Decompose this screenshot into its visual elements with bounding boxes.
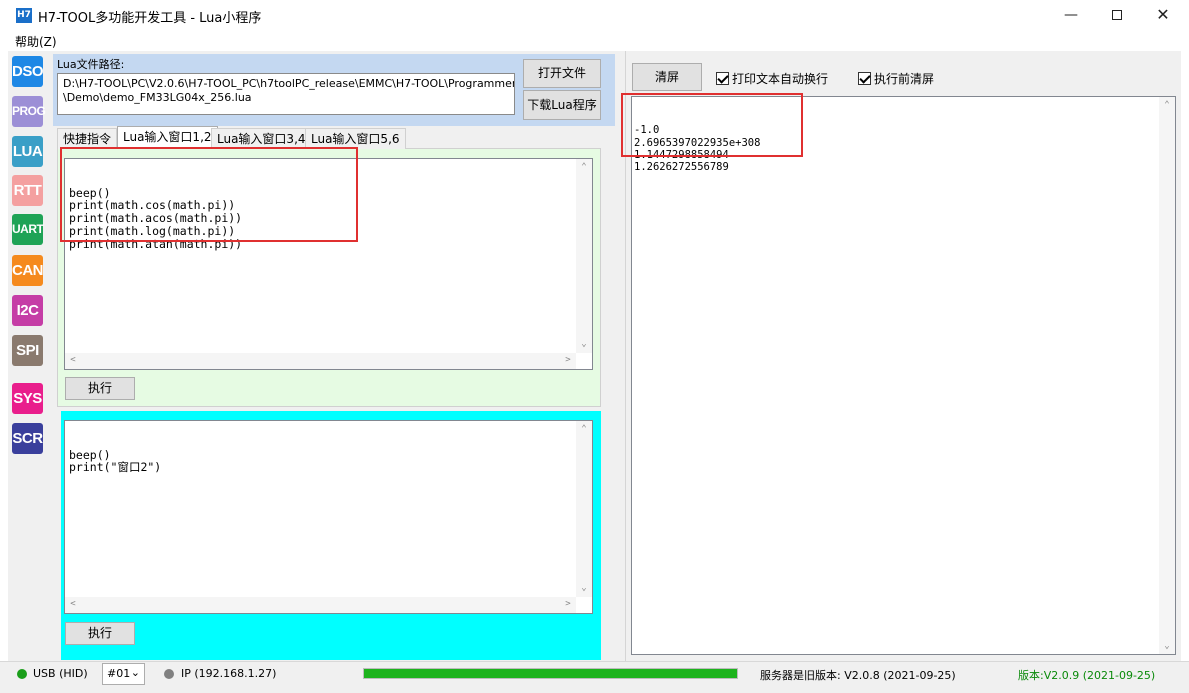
editor-2-horizontal-scrollbar[interactable]: < > bbox=[65, 597, 576, 613]
scroll-down-icon[interactable]: ⌄ bbox=[576, 582, 592, 595]
close-button[interactable]: ✕ bbox=[1140, 0, 1186, 31]
clear-before-run-label: 执行前清屏 bbox=[874, 72, 935, 86]
usb-status-label: USB (HID) bbox=[33, 667, 88, 680]
checkbox-checked-icon bbox=[858, 72, 871, 85]
sidebar-button-can[interactable]: CAN bbox=[12, 255, 44, 286]
sidebar-button-scr[interactable]: SCR bbox=[12, 423, 43, 454]
lua-editor-2[interactable]: beep() print("窗口2") ⌃ ⌄ < > bbox=[64, 420, 593, 614]
auto-wrap-checkbox[interactable]: 打印文本自动换行 bbox=[716, 70, 828, 87]
maximize-button[interactable] bbox=[1094, 0, 1140, 31]
maximize-icon bbox=[1112, 10, 1122, 20]
auto-wrap-label: 打印文本自动换行 bbox=[732, 72, 829, 86]
tab-lua-window-5-6[interactable]: Lua输入窗口5,6 bbox=[305, 128, 406, 149]
sidebar-button-uart[interactable]: UART bbox=[12, 214, 44, 245]
scroll-left-icon[interactable]: < bbox=[65, 354, 81, 367]
scroll-up-icon[interactable]: ⌃ bbox=[1159, 99, 1175, 111]
scroll-down-icon[interactable]: ⌄ bbox=[576, 338, 592, 351]
progress-fill bbox=[364, 669, 737, 678]
lua-editor-2-code: beep() print("窗口2") bbox=[69, 447, 162, 475]
checkbox-checked-icon bbox=[716, 72, 729, 85]
scroll-up-icon[interactable]: ⌃ bbox=[576, 423, 592, 436]
execute-button-1[interactable]: 执行 bbox=[65, 377, 135, 400]
scroll-right-icon[interactable]: > bbox=[560, 354, 576, 367]
sidebar-button-sys[interactable]: SYS bbox=[12, 383, 43, 414]
editor-1-vertical-scrollbar[interactable]: ⌃ ⌄ bbox=[576, 159, 592, 353]
version-label: 版本:V2.0.9 (2021-09-25) bbox=[1018, 669, 1156, 682]
sidebar-button-prog[interactable]: PROG bbox=[12, 96, 46, 127]
lua-path-label: Lua文件路径: bbox=[57, 58, 125, 71]
app-icon: H7 bbox=[16, 8, 32, 23]
output-vertical-scrollbar[interactable]: ⌃ ⌄ bbox=[1159, 97, 1175, 654]
clear-screen-button[interactable]: 清屏 bbox=[632, 63, 702, 91]
scroll-right-icon[interactable]: > bbox=[560, 598, 576, 611]
ip-status-label: IP (192.168.1.27) bbox=[181, 667, 277, 680]
chevron-down-icon: ⌄ bbox=[130, 666, 140, 679]
open-file-button[interactable]: 打开文件 bbox=[523, 59, 601, 88]
scroll-down-icon[interactable]: ⌄ bbox=[1159, 640, 1175, 652]
output-textbox[interactable]: -1.0 2.6965397022935e+308 1.144729885849… bbox=[631, 96, 1176, 655]
menu-help[interactable]: 帮助(Z) bbox=[15, 33, 57, 50]
editor-2-vertical-scrollbar[interactable]: ⌃ ⌄ bbox=[576, 421, 592, 597]
window-title: H7-TOOL多功能开发工具 - Lua小程序 bbox=[38, 11, 262, 26]
sidebar-button-spi[interactable]: SPI bbox=[12, 335, 43, 366]
lua-path-line2: \Demo\demo_FM33LG04x_256.lua bbox=[63, 91, 252, 104]
device-select[interactable]: #01 ⌄ bbox=[102, 663, 145, 685]
tab-quick-commands[interactable]: 快捷指令 bbox=[57, 128, 118, 149]
sidebar-button-dso[interactable]: DSO bbox=[12, 56, 44, 87]
execute-button-2[interactable]: 执行 bbox=[65, 622, 135, 645]
menu-bar bbox=[0, 31, 1189, 51]
sidebar-button-rtt[interactable]: RTT bbox=[12, 175, 43, 206]
minimize-button[interactable]: — bbox=[1048, 0, 1094, 31]
sidebar-button-i2c[interactable]: I2C bbox=[12, 295, 43, 326]
clear-before-run-checkbox[interactable]: 执行前清屏 bbox=[858, 70, 934, 87]
sidebar-button-lua[interactable]: LUA bbox=[12, 136, 43, 167]
progress-bar bbox=[363, 668, 738, 679]
tab-lua-window-3-4[interactable]: Lua输入窗口3,4 bbox=[211, 128, 312, 149]
highlight-box-output bbox=[621, 93, 803, 157]
server-version-label: 服务器是旧版本: V2.0.8 (2021-09-25) bbox=[760, 669, 956, 682]
close-icon: ✕ bbox=[1156, 5, 1170, 24]
lua-path-line1: D:\H7-TOOL\PC\V2.0.6\H7-TOOL_PC\h7toolPC… bbox=[63, 77, 515, 90]
scroll-left-icon[interactable]: < bbox=[65, 598, 81, 611]
usb-status-icon bbox=[17, 669, 27, 679]
tab-lua-window-1-2[interactable]: Lua输入窗口1,2 bbox=[117, 126, 218, 149]
editor-1-horizontal-scrollbar[interactable]: < > bbox=[65, 353, 576, 369]
download-lua-button[interactable]: 下载Lua程序 bbox=[523, 90, 601, 120]
highlight-box-editor bbox=[60, 147, 358, 242]
ip-status-icon bbox=[164, 669, 174, 679]
scroll-up-icon[interactable]: ⌃ bbox=[576, 161, 592, 174]
minimize-icon: — bbox=[1064, 7, 1078, 23]
device-select-value: #01 bbox=[107, 667, 131, 680]
lua-path-field[interactable]: D:\H7-TOOL\PC\V2.0.6\H7-TOOL_PC\h7toolPC… bbox=[57, 73, 515, 115]
